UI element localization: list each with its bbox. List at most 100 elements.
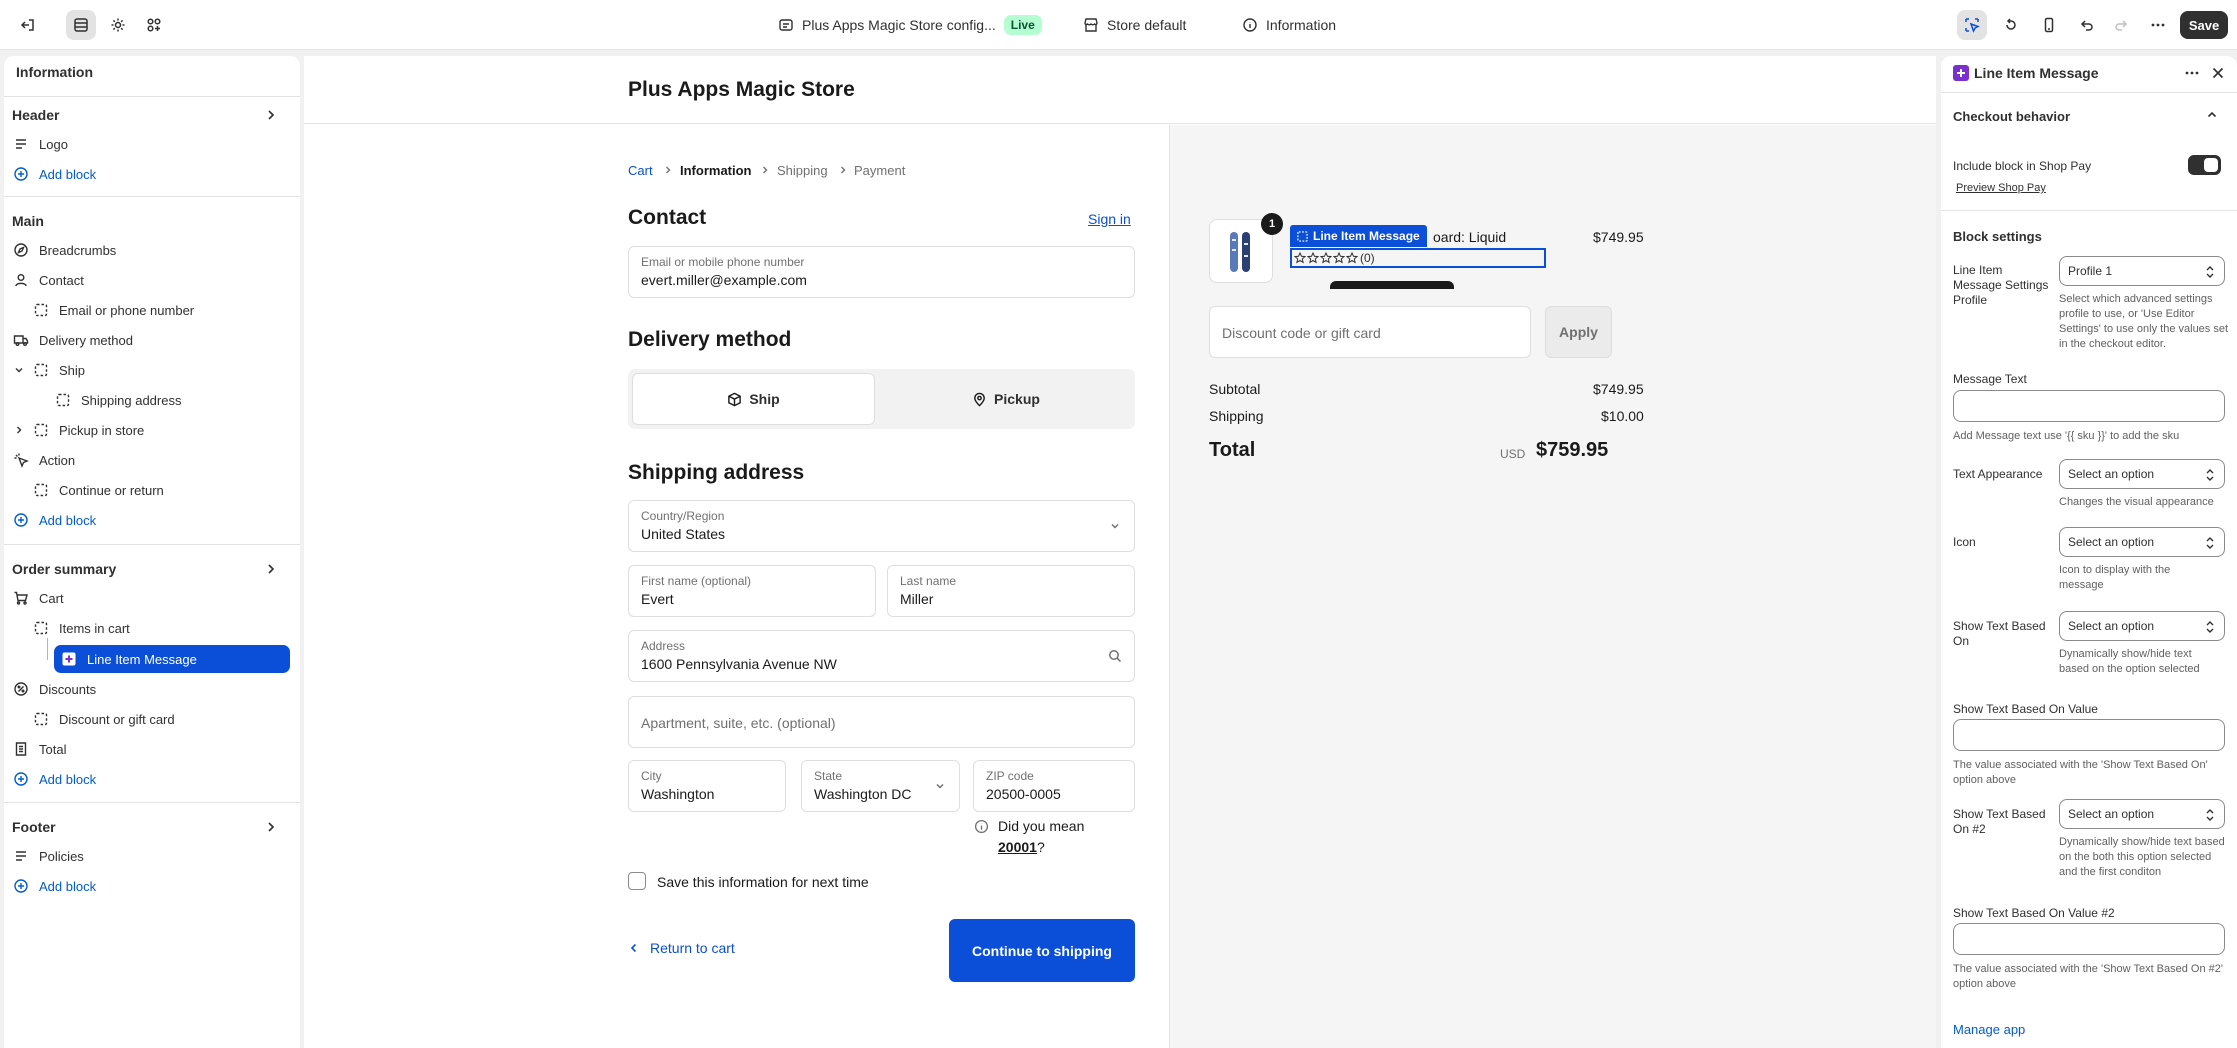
address-field[interactable]: Address 1600 Pennsylvania Avenue NW — [628, 630, 1135, 682]
ship-option[interactable]: Ship — [632, 373, 875, 425]
city-field[interactable]: City Washington — [628, 760, 786, 812]
page-selector[interactable]: Information — [1242, 0, 1336, 50]
plus-circle-icon — [12, 770, 30, 788]
manage-app-link[interactable]: Manage app — [1953, 1022, 2025, 1037]
breadcrumb-cart[interactable]: Cart — [628, 163, 653, 178]
undo-icon[interactable] — [2072, 10, 2102, 40]
last-name-value: Miller — [900, 591, 934, 607]
block-icon — [32, 421, 50, 439]
zip-field[interactable]: ZIP code 20500-0005 — [973, 760, 1135, 812]
include-shop-pay-toggle[interactable] — [2188, 155, 2221, 175]
inspector-icon[interactable] — [1957, 10, 1987, 40]
sidebar-item-cart[interactable]: Cart — [12, 584, 292, 612]
redo-icon[interactable] — [2106, 10, 2136, 40]
sidebar-item-delivery-method[interactable]: Delivery method — [12, 326, 292, 354]
last-name-field[interactable]: Last name Miller — [887, 565, 1135, 617]
sidebar-section-footer[interactable]: Footer — [12, 813, 292, 841]
footer-add-block-button[interactable]: Add block — [12, 872, 292, 900]
preview-shop-pay-link[interactable]: Preview Shop Pay — [1956, 182, 2046, 194]
sidebar-item-label: Total — [39, 741, 67, 757]
apps-icon[interactable] — [139, 10, 169, 40]
image-icon — [12, 135, 30, 153]
sidebar-item-email-or-phone[interactable]: Email or phone number — [32, 296, 292, 324]
sidebar-item-breadcrumbs[interactable]: Breadcrumbs — [12, 236, 292, 264]
sidebar-item-pickup-in-store[interactable]: Pickup in store — [12, 416, 292, 444]
mobile-preview-icon[interactable] — [2034, 10, 2064, 40]
list-icon — [12, 847, 30, 865]
first-name-field[interactable]: First name (optional) Evert — [628, 565, 876, 617]
sidebar-item-continue-or-return[interactable]: Continue or return — [32, 476, 292, 504]
profile-select[interactable]: Profile 1 — [2059, 256, 2225, 286]
show-based-on-select[interactable]: Select an option — [2059, 611, 2225, 641]
text-appearance-select[interactable]: Select an option — [2059, 459, 2225, 489]
save-button[interactable]: Save — [2180, 11, 2228, 39]
line-item-message-tag[interactable]: Line Item Message — [1290, 225, 1427, 247]
main-add-block-button[interactable]: Add block — [12, 506, 292, 534]
breadcrumb-chevron-icon — [838, 165, 848, 175]
receipt-icon — [12, 740, 30, 758]
close-icon[interactable] — [2209, 64, 2227, 82]
did-you-mean-text: Did you mean — [998, 818, 1085, 834]
chevron-right-icon[interactable] — [12, 421, 26, 439]
sidebar-item-total[interactable]: Total — [12, 735, 292, 763]
message-text-input[interactable] — [1953, 390, 2225, 422]
more-options-icon[interactable] — [2183, 64, 2201, 82]
info-icon — [1243, 18, 1257, 32]
delivery-method-heading: Delivery method — [628, 328, 792, 351]
settings-gear-icon[interactable] — [103, 10, 133, 40]
sidebar-section-header[interactable]: Header — [12, 101, 292, 129]
header-add-block-button[interactable]: Add block — [12, 160, 292, 188]
sidebar-item-line-item-message[interactable]: Line Item Message — [54, 645, 290, 673]
zip-label: ZIP code — [986, 769, 1034, 783]
sidebar-item-items-in-cart[interactable]: Items in cart — [32, 614, 292, 642]
return-to-cart-link[interactable]: Return to cart — [628, 940, 735, 956]
refresh-icon[interactable] — [1996, 10, 2026, 40]
sidebar-item-action[interactable]: Action — [12, 446, 292, 474]
sidebar-item-ship[interactable]: Ship — [12, 356, 292, 384]
line-item-message-block[interactable]: (0) — [1290, 248, 1546, 268]
more-options-icon[interactable] — [2143, 10, 2173, 40]
chevron-down-icon[interactable] — [12, 361, 26, 379]
apartment-field[interactable]: Apartment, suite, etc. (optional) — [628, 696, 1135, 748]
suggested-zip-link[interactable]: 20001 — [998, 839, 1037, 855]
store-default-selector[interactable]: Store default — [1083, 0, 1186, 50]
show-based-value2-input[interactable] — [1953, 923, 2225, 955]
apply-discount-button[interactable]: Apply — [1545, 306, 1612, 358]
sign-in-link[interactable]: Sign in — [1088, 211, 1131, 227]
show-based-value-input[interactable] — [1953, 719, 2225, 751]
sidebar-item-discount-or-gift-card[interactable]: Discount or gift card — [32, 705, 292, 733]
ship-option-label: Ship — [749, 391, 780, 407]
pickup-option-label: Pickup — [994, 391, 1040, 407]
discount-code-input[interactable]: Discount code or gift card — [1209, 306, 1531, 358]
sidebar-item-shipping-address[interactable]: Shipping address — [54, 386, 292, 414]
city-label: City — [641, 769, 662, 783]
country-select[interactable]: Country/Region United States — [628, 500, 1135, 552]
panel-divider — [1941, 210, 2237, 211]
sections-icon[interactable] — [66, 10, 96, 40]
exit-icon[interactable] — [13, 10, 43, 40]
cart-icon — [12, 589, 30, 607]
save-info-checkbox[interactable] — [628, 872, 646, 890]
sidebar-section-order-summary[interactable]: Order summary — [12, 555, 292, 583]
show-based-on2-select[interactable]: Select an option — [2059, 799, 2225, 829]
sidebar-item-discounts[interactable]: Discounts — [12, 675, 292, 703]
sidebar-item-contact[interactable]: Contact — [12, 266, 292, 294]
store-config-selector[interactable]: Plus Apps Magic Store config... Live — [778, 0, 1042, 50]
search-icon[interactable] — [1108, 649, 1122, 663]
delivery-method-toggle: Ship Pickup — [628, 369, 1135, 429]
order-summary-add-block-button[interactable]: Add block — [12, 765, 292, 793]
chevron-left-icon — [628, 942, 640, 954]
show-based-value2-label: Show Text Based On Value #2 — [1953, 906, 2115, 920]
icon-select[interactable]: Select an option — [2059, 527, 2225, 557]
sidebar-item-policies[interactable]: Policies — [12, 842, 292, 870]
text-appearance-help: Changes the visual appearance — [2059, 496, 2214, 508]
continue-to-shipping-button[interactable]: Continue to shipping — [949, 919, 1135, 982]
sidebar-item-logo[interactable]: Logo — [12, 130, 292, 158]
block-icon — [32, 481, 50, 499]
state-select[interactable]: State Washington DC — [801, 760, 960, 812]
pickup-option[interactable]: Pickup — [881, 373, 1131, 425]
chevron-up-icon[interactable] — [2205, 108, 2219, 122]
email-field[interactable]: Email or mobile phone number evert.mille… — [628, 246, 1135, 298]
line-item-message-tag-label: Line Item Message — [1313, 229, 1420, 243]
select-arrows-icon — [2204, 620, 2216, 634]
